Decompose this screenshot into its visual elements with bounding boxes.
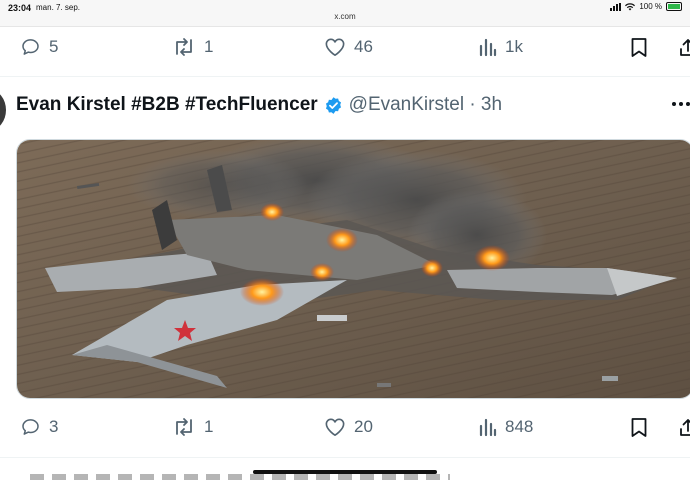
tweet-divider <box>0 457 690 458</box>
status-indicators: 100 % <box>610 2 682 11</box>
bookmark-button[interactable] <box>630 412 648 442</box>
tweet-action-bar: 3 1 20 848 <box>0 412 690 442</box>
verified-badge-icon <box>325 96 341 114</box>
like-button[interactable]: 46 <box>324 32 373 62</box>
repost-count: 1 <box>204 417 214 436</box>
author-name[interactable]: Evan Kirstel #B2B #TechFluencer <box>16 94 318 116</box>
repost-button[interactable]: 1 <box>172 32 213 62</box>
views-button[interactable]: 848 <box>479 412 533 442</box>
avatar[interactable] <box>0 90 6 130</box>
next-tweet-peek <box>30 474 450 480</box>
repost-button[interactable]: 1 <box>172 412 213 442</box>
views-chart-icon <box>479 38 497 57</box>
reply-icon <box>22 39 39 55</box>
reply-button[interactable]: 5 <box>20 32 58 62</box>
bookmark-button[interactable] <box>630 32 648 62</box>
reply-button[interactable]: 3 <box>20 412 58 442</box>
views-count: 1k <box>505 37 523 56</box>
views-button[interactable]: 1k <box>479 32 523 62</box>
heart-icon <box>325 38 345 56</box>
share-button[interactable] <box>678 32 690 62</box>
more-options-icon[interactable] <box>672 102 690 106</box>
tweet-media-image[interactable] <box>16 139 690 399</box>
prev-tweet-action-bar: 5 1 46 1k <box>0 32 690 62</box>
wifi-icon <box>625 2 636 10</box>
share-icon <box>680 418 690 436</box>
tweet-divider <box>0 76 690 77</box>
views-count: 848 <box>505 417 534 436</box>
views-chart-icon <box>479 418 497 437</box>
like-count: 20 <box>354 417 373 436</box>
handle-and-time[interactable]: @EvanKirstel · 3h <box>349 94 502 116</box>
wreckage-photo <box>17 140 690 398</box>
battery-icon <box>666 2 682 11</box>
address-bar-url[interactable]: x.com <box>0 12 690 21</box>
bookmark-icon <box>631 417 647 437</box>
reply-count: 3 <box>49 417 59 436</box>
tweet-header: Evan Kirstel #B2B #TechFluencer @EvanKir… <box>16 94 502 116</box>
reply-count: 5 <box>49 37 59 56</box>
home-indicator[interactable] <box>253 470 437 474</box>
status-date: man. 7. sep. <box>36 3 81 12</box>
like-button[interactable]: 20 <box>324 412 373 442</box>
share-button[interactable] <box>678 412 690 442</box>
battery-percent: 100 % <box>639 2 662 11</box>
status-bar: 23:04 man. 7. sep. x.com 100 % <box>0 0 690 27</box>
repost-icon <box>176 418 192 436</box>
heart-icon <box>325 418 345 436</box>
reply-icon <box>22 419 39 435</box>
repost-count: 1 <box>204 37 214 56</box>
like-count: 46 <box>354 37 373 56</box>
repost-icon <box>176 38 192 56</box>
share-icon <box>680 38 690 56</box>
bookmark-icon <box>631 37 647 57</box>
signal-icon <box>610 2 622 11</box>
